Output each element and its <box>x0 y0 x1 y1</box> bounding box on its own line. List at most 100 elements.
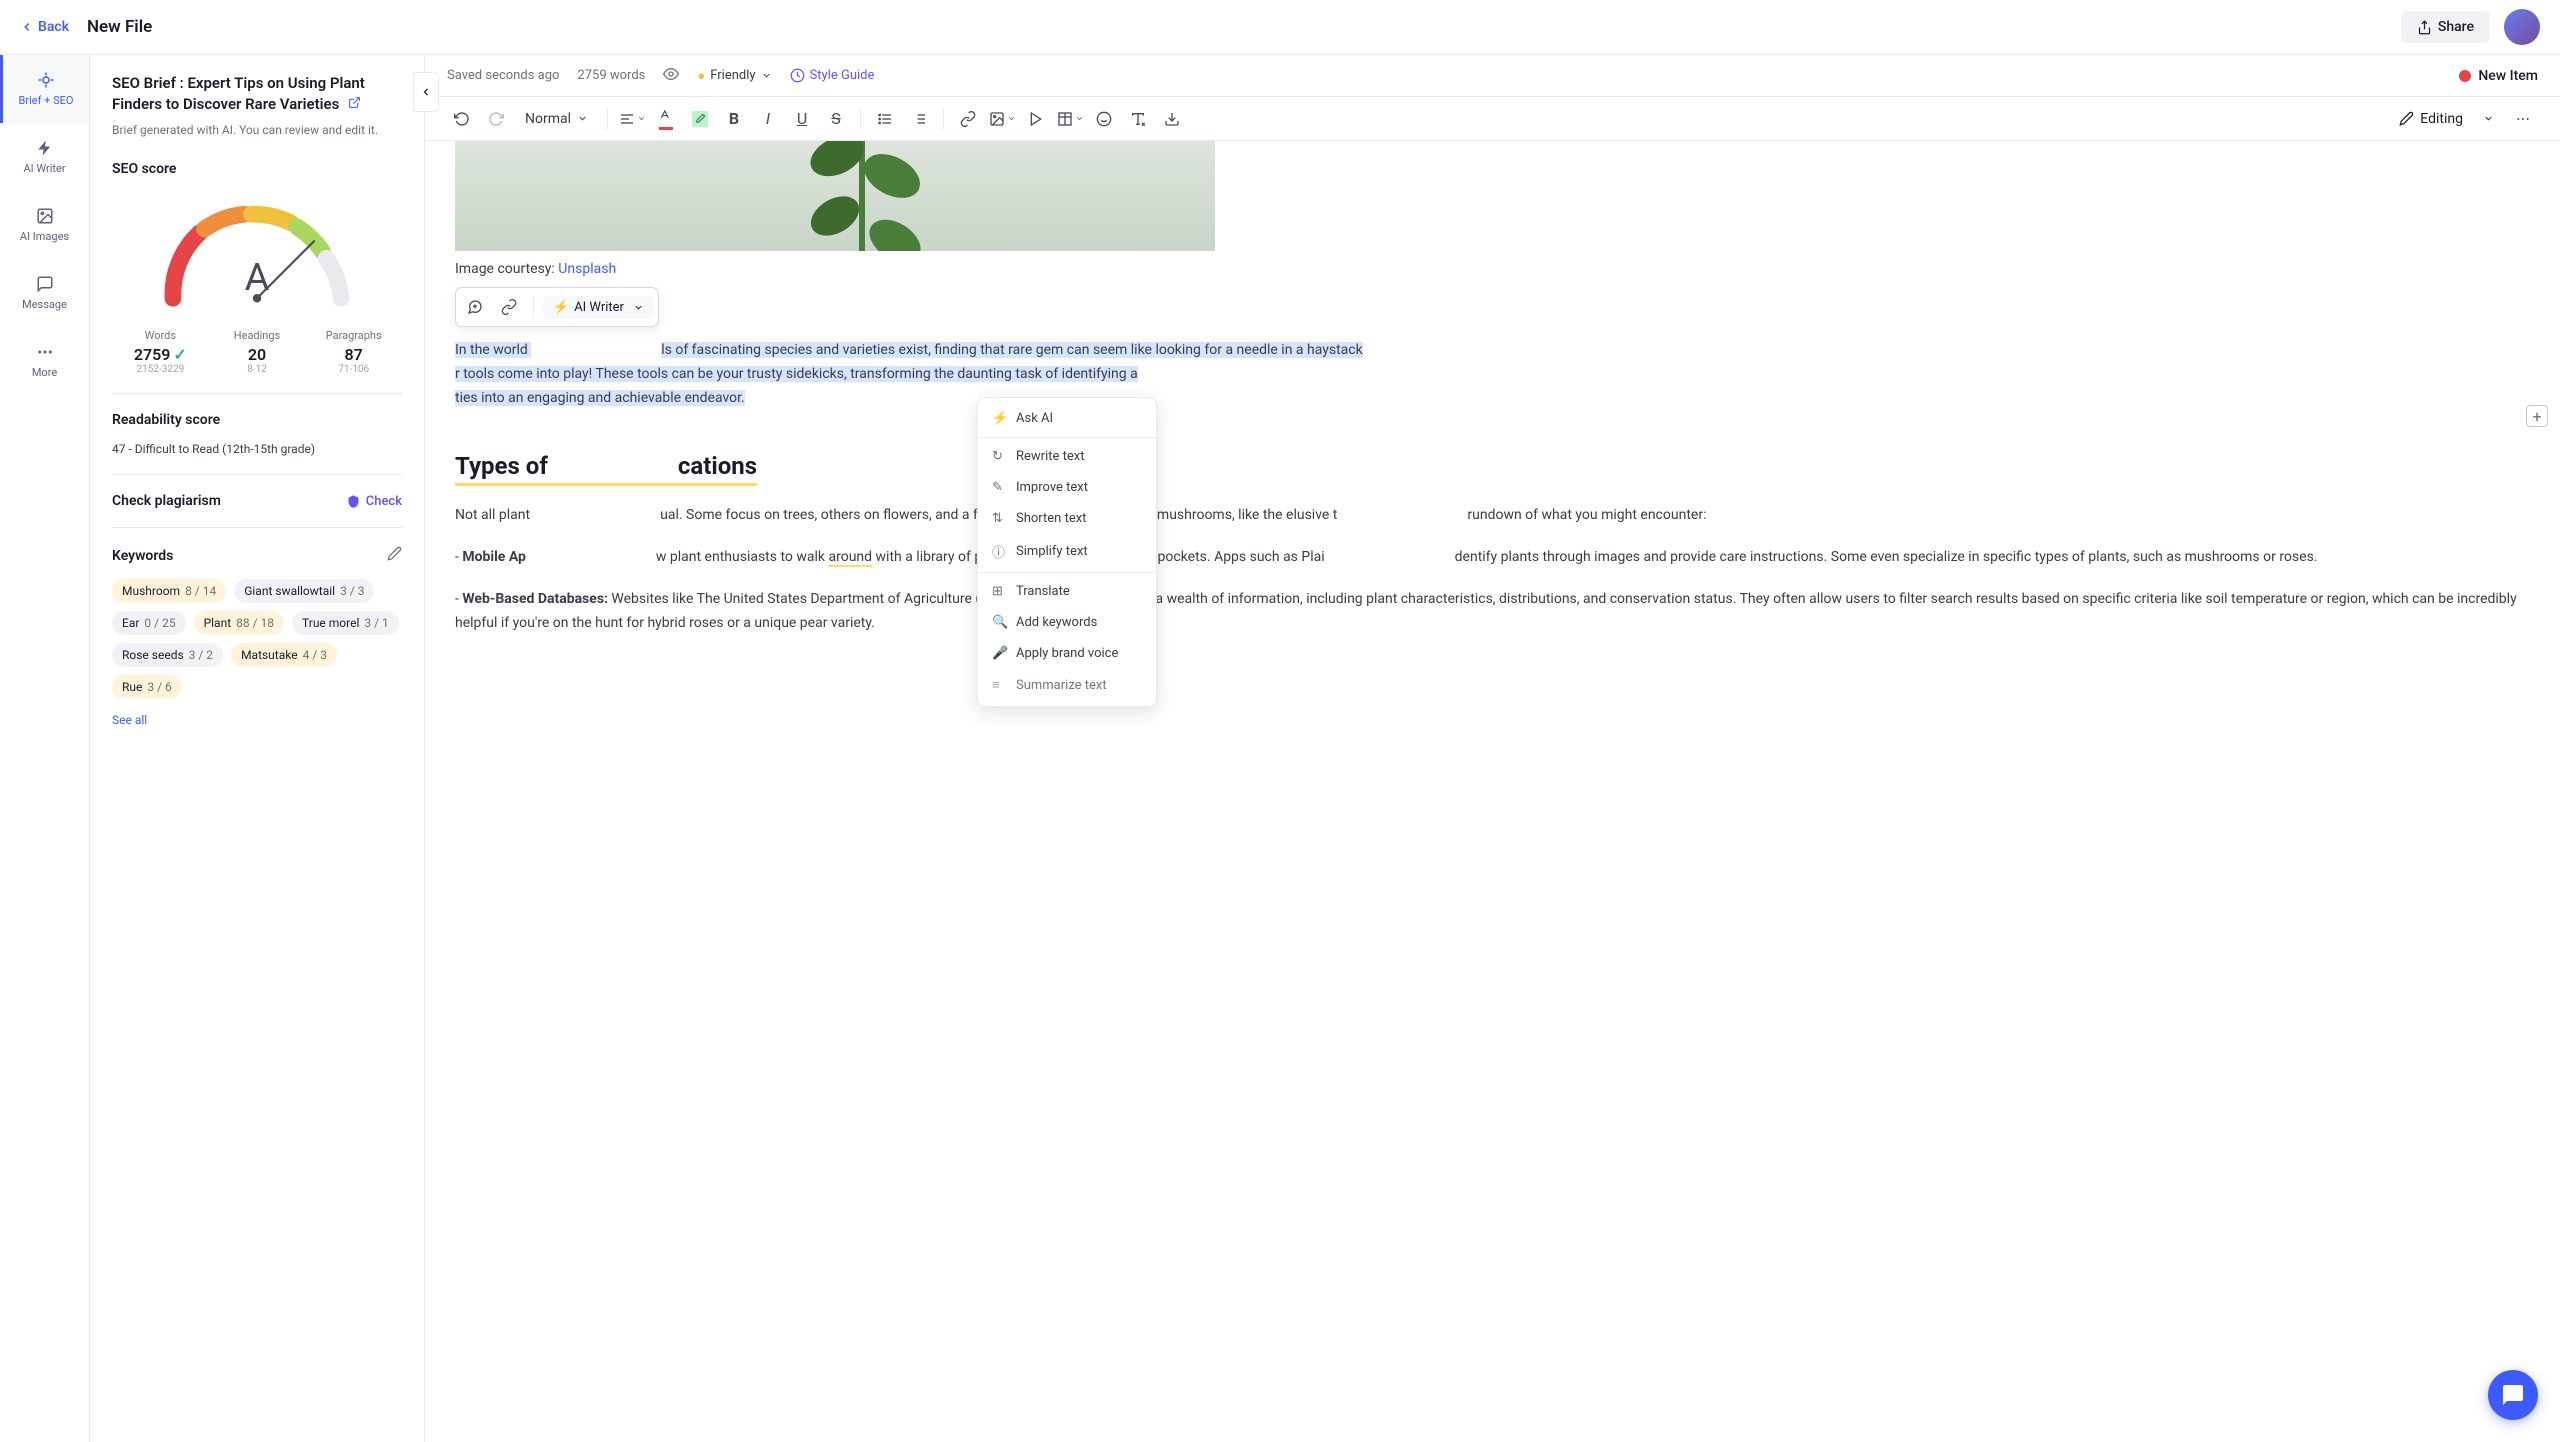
bold-button[interactable]: B <box>719 104 749 134</box>
nav-brief-seo[interactable]: Brief + SEO <box>0 55 89 123</box>
heading-selector[interactable]: Normal <box>515 106 598 132</box>
back-button[interactable]: Back <box>20 19 69 35</box>
plagiarism-title: Check plagiarism <box>112 493 221 509</box>
menu-ask-ai[interactable]: ⚡Ask AI <box>978 403 1156 434</box>
new-item-status: New Item <box>2459 68 2538 84</box>
highlight-button[interactable] <box>685 104 715 134</box>
back-label: Back <box>38 19 69 35</box>
keyword-tag[interactable]: Rose seeds3 / 2 <box>112 643 223 667</box>
menu-brand-voice[interactable]: 🎤Apply brand voice <box>978 638 1156 669</box>
keyword-tag[interactable]: Mushroom8 / 14 <box>112 579 226 603</box>
content-paragraph[interactable]: - Web-Based Databases: Websites like The… <box>455 588 2530 636</box>
style-guide-button[interactable]: Style Guide <box>790 68 875 83</box>
nav-message[interactable]: Message <box>0 259 89 327</box>
bolt-icon: ⚡ <box>992 411 1007 426</box>
menu-improve[interactable]: ✎Improve text <box>978 472 1156 503</box>
nav-more[interactable]: More <box>0 327 89 395</box>
visibility-icon[interactable] <box>663 66 679 86</box>
keyword-tag[interactable]: Giant swallowtail3 / 3 <box>234 579 374 603</box>
more-options-button[interactable] <box>2508 104 2538 134</box>
stat-words: Words 2759✓ 2152-3229 <box>112 329 209 375</box>
menu-keywords[interactable]: 🔍Add keywords <box>978 607 1156 638</box>
comment-button[interactable] <box>460 292 490 322</box>
section-heading[interactable]: Types ofcations <box>455 452 757 486</box>
chat-support-button[interactable] <box>2488 1370 2538 1420</box>
align-button[interactable] <box>617 104 647 134</box>
content-paragraph[interactable]: - Mobile Apw plant enthusiasts to walk a… <box>455 546 2530 570</box>
refresh-icon: ↻ <box>992 449 1007 464</box>
nav-label: AI Writer <box>23 162 65 175</box>
nav-label: AI Images <box>20 230 69 243</box>
emoji-button[interactable] <box>1089 104 1119 134</box>
stat-paragraphs: Paragraphs 87 71-106 <box>305 329 402 375</box>
nav-ai-writer[interactable]: AI Writer <box>0 123 89 191</box>
keyword-tag[interactable]: Rue3 / 6 <box>112 675 182 699</box>
readability-text: 47 - Difficult to Read (12th-15th grade) <box>112 442 402 456</box>
word-count: 2759 words <box>577 68 645 83</box>
undo-button[interactable] <box>447 104 477 134</box>
edit-icon: ✎ <box>992 480 1007 495</box>
collapse-panel-button[interactable] <box>413 72 439 112</box>
readability-title: Readability score <box>112 412 402 428</box>
keyword-tag[interactable]: Ear0 / 25 <box>112 611 186 635</box>
add-paragraph-button[interactable]: + <box>2526 405 2548 427</box>
image-caption: Image courtesy: Unsplash <box>455 261 2530 277</box>
underline-button[interactable]: U <box>787 104 817 134</box>
ai-writer-menu: ⚡Ask AI ↻Rewrite text ✎Improve text ⇅Sho… <box>977 397 1157 707</box>
user-avatar[interactable] <box>2504 9 2540 45</box>
strikethrough-button[interactable]: S <box>821 104 851 134</box>
menu-translate[interactable]: ⊞Translate <box>978 576 1156 607</box>
content-paragraph[interactable]: In the world ls of fascinating species a… <box>455 339 2530 410</box>
edit-keywords-icon[interactable] <box>387 546 402 565</box>
brief-title: SEO Brief : Expert Tips on Using Plant F… <box>112 73 402 115</box>
share-label: Share <box>2438 19 2474 35</box>
menu-rewrite[interactable]: ↻Rewrite text <box>978 441 1156 472</box>
video-button[interactable] <box>1021 104 1051 134</box>
menu-shorten[interactable]: ⇅Shorten text <box>978 503 1156 534</box>
image-button[interactable] <box>987 104 1017 134</box>
brief-description: Brief generated with AI. You can review … <box>112 121 402 139</box>
link-button[interactable] <box>953 104 983 134</box>
redo-button[interactable] <box>481 104 511 134</box>
download-button[interactable] <box>1157 104 1187 134</box>
bullet-list-button[interactable] <box>870 104 900 134</box>
clear-format-button[interactable] <box>1123 104 1153 134</box>
keyword-tag[interactable]: Matsutake4 / 3 <box>231 643 337 667</box>
external-link-icon[interactable] <box>348 95 361 113</box>
tone-selector[interactable]: ● Friendly <box>697 68 771 84</box>
ai-writer-dropdown[interactable]: ⚡ AI Writer <box>543 296 654 319</box>
compress-icon: ⇅ <box>992 511 1007 526</box>
share-button[interactable]: Share <box>2401 11 2490 43</box>
editing-mode-button[interactable]: Editing <box>2389 106 2504 132</box>
mic-icon: 🎤 <box>992 646 1007 661</box>
table-button[interactable] <box>1055 104 1085 134</box>
numbered-list-button[interactable] <box>904 104 934 134</box>
link-button-float[interactable] <box>494 292 524 322</box>
menu-summarize[interactable]: ≡Summarize text <box>978 669 1156 701</box>
search-icon: 🔍 <box>992 615 1007 630</box>
stat-headings: Headings 20 8-12 <box>209 329 306 375</box>
check-icon: ✓ <box>173 345 186 364</box>
check-plagiarism-button[interactable]: Check <box>346 494 402 509</box>
nav-ai-images[interactable]: AI Images <box>0 191 89 259</box>
bolt-icon: ⚡ <box>553 300 569 315</box>
saved-status: Saved seconds ago <box>447 68 559 83</box>
seo-grade: A <box>245 256 270 300</box>
image-source-link[interactable]: Unsplash <box>558 261 616 277</box>
keyword-tag[interactable]: Plant88 / 18 <box>194 611 284 635</box>
file-name: New File <box>87 17 152 37</box>
content-paragraph[interactable]: Not all plantual. Some focus on trees, o… <box>455 504 2530 528</box>
italic-button[interactable]: I <box>753 104 783 134</box>
see-all-keywords[interactable]: See all <box>112 713 402 727</box>
text-color-button[interactable] <box>651 104 681 134</box>
keyword-tag[interactable]: True morel3 / 1 <box>292 611 399 635</box>
floating-toolbar: ⚡ AI Writer <box>455 287 659 327</box>
menu-simplify[interactable]: ⓘSimplify text <box>978 534 1156 569</box>
nav-label: More <box>32 366 57 379</box>
hero-image <box>455 141 1215 251</box>
keywords-title: Keywords <box>112 548 173 564</box>
seo-score-title: SEO score <box>112 161 402 177</box>
info-icon: ⓘ <box>992 542 1007 561</box>
translate-icon: ⊞ <box>992 584 1007 599</box>
list-icon: ≡ <box>992 677 1007 693</box>
